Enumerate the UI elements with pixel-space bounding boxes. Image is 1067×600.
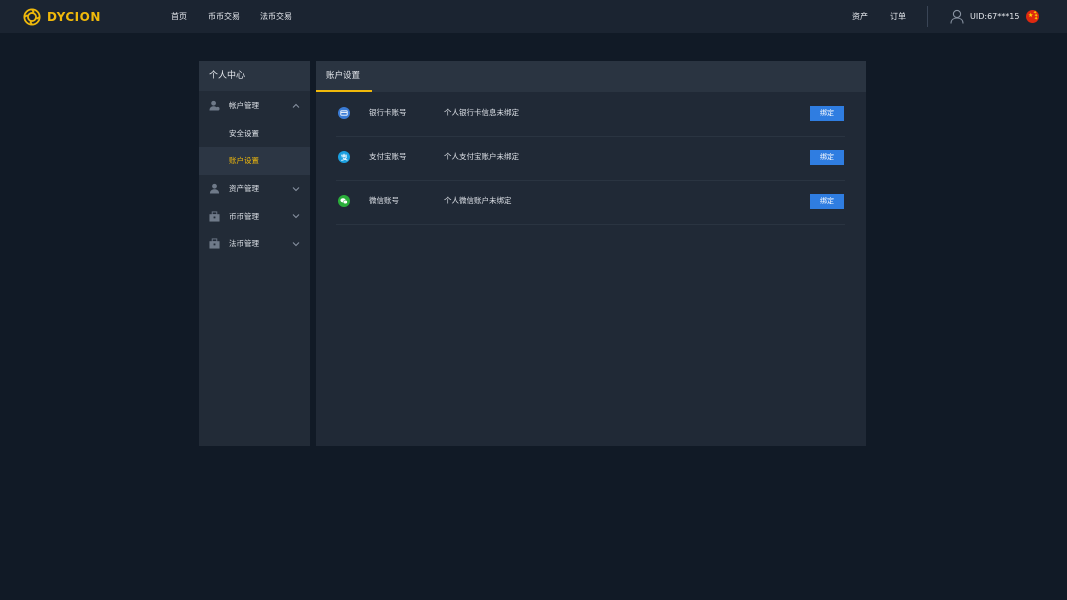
nav-spot-trading[interactable]: 币币交易 — [208, 11, 240, 22]
asset-user-icon — [209, 183, 220, 194]
wechat-row: 微信账号 个人微信账户未绑定 绑定 — [336, 180, 845, 225]
alipay-row: 支付宝账号 个人支付宝账户未绑定 绑定 — [336, 136, 845, 181]
nav-home[interactable]: 首页 — [171, 11, 187, 22]
brand-name: DYCION — [47, 10, 101, 24]
bind-wechat-button[interactable]: 绑定 — [810, 194, 844, 209]
user-uid[interactable]: UID:67***15 — [970, 11, 1019, 22]
bank-card-icon — [338, 107, 350, 119]
account-type-label: 支付宝账号 — [369, 152, 407, 161]
nav-orders[interactable]: 订单 — [890, 11, 906, 22]
sidebar-group-label: 法币管理 — [229, 239, 259, 249]
chevron-down-icon — [292, 186, 300, 191]
account-settings-panel: 账户设置 银行卡账号 个人银行卡信息未绑定 绑定 支付宝账号 个人支付宝账户未绑… — [316, 61, 866, 446]
sidebar-group-account-management[interactable]: 帐户管理 — [199, 92, 310, 120]
wechat-icon — [338, 195, 350, 207]
china-flag-icon[interactable]: ★ ✦ ✦ ✦ — [1026, 10, 1039, 23]
chevron-down-icon — [292, 214, 300, 219]
chevron-down-icon — [292, 241, 300, 246]
brand-logo[interactable]: DYCION — [23, 8, 101, 26]
sidebar-group-label: 币币管理 — [229, 211, 259, 221]
sidebar-item-label: 账户设置 — [229, 156, 259, 166]
user-icon — [209, 101, 220, 111]
account-type-label: 微信账号 — [369, 196, 399, 205]
bind-alipay-button[interactable]: 绑定 — [810, 150, 844, 165]
sidebar-item-label: 安全设置 — [229, 128, 259, 138]
sidebar-group-label: 资产管理 — [229, 184, 259, 194]
briefcase-icon — [209, 238, 220, 249]
account-status: 个人微信账户未绑定 — [444, 196, 512, 205]
sidebar-group-fiat-management[interactable]: 法币管理 — [199, 230, 310, 258]
bank-card-row: 银行卡账号 个人银行卡信息未绑定 绑定 — [336, 92, 845, 137]
logo-icon — [23, 8, 41, 26]
alipay-icon — [338, 151, 350, 163]
sidebar-group-asset-management[interactable]: 资产管理 — [199, 175, 310, 203]
tab-account-settings[interactable]: 账户设置 — [316, 61, 372, 92]
account-status: 个人银行卡信息未绑定 — [444, 108, 519, 117]
sidebar-item-account-settings[interactable]: 账户设置 — [199, 147, 310, 175]
account-status: 个人支付宝账户未绑定 — [444, 152, 519, 161]
nav-assets[interactable]: 资产 — [852, 11, 868, 22]
user-avatar-icon[interactable] — [950, 9, 964, 24]
sidebar-title: 个人中心 — [199, 61, 310, 91]
chevron-up-icon — [292, 103, 300, 108]
account-type-label: 银行卡账号 — [369, 108, 407, 117]
sidebar-group-spot-management[interactable]: 币币管理 — [199, 202, 310, 230]
sidebar: 个人中心 帐户管理 安全设置 账户设置 资产管理 币币管理 法币管理 — [199, 61, 310, 446]
briefcase-icon — [209, 211, 220, 222]
sidebar-item-security-settings[interactable]: 安全设置 — [199, 120, 310, 148]
nav-divider — [927, 6, 928, 27]
nav-fiat-trading[interactable]: 法币交易 — [260, 11, 292, 22]
bind-bank-card-button[interactable]: 绑定 — [810, 106, 844, 121]
top-navbar: DYCION 首页 币币交易 法币交易 资产 订单 UID:67***15 ★ … — [0, 0, 1067, 33]
sidebar-group-label: 帐户管理 — [229, 101, 259, 111]
tab-bar: 账户设置 — [316, 61, 866, 92]
